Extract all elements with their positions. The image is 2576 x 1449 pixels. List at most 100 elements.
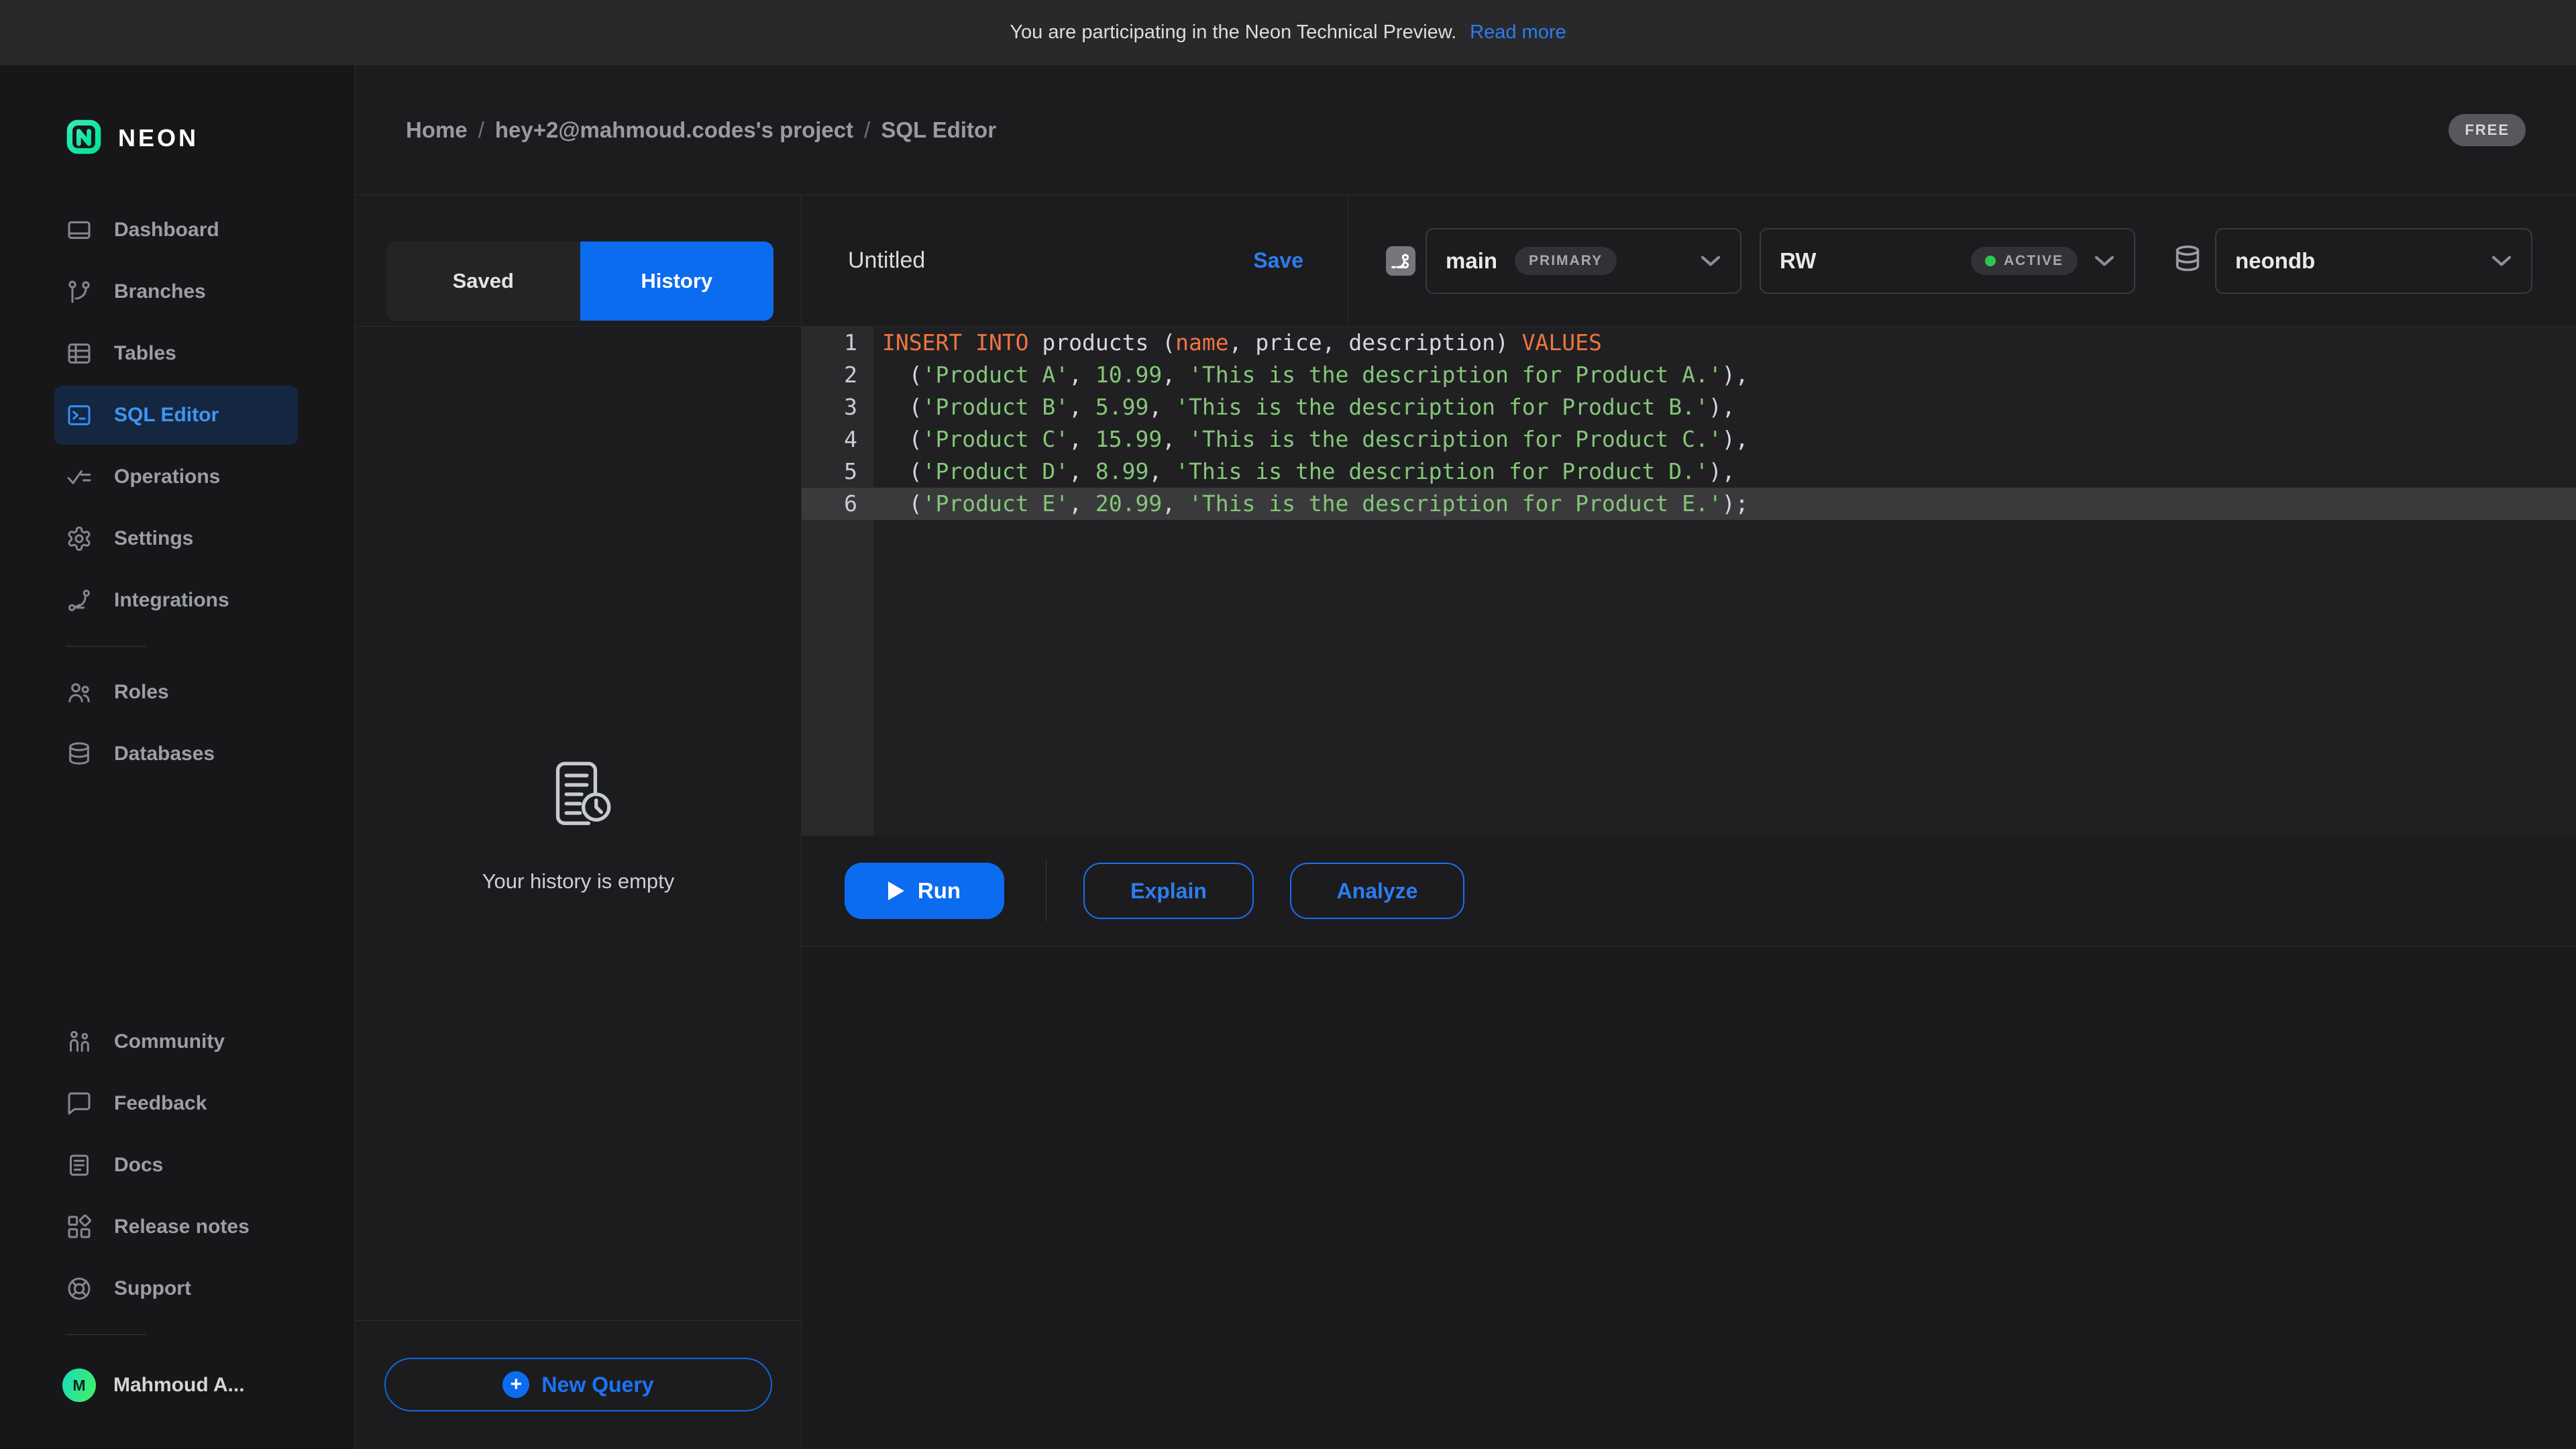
line-number: 4 xyxy=(802,423,873,455)
page-header: Home / hey+2@mahmoud.codes's project / S… xyxy=(356,65,2576,195)
sidebar-item-label: Docs xyxy=(114,1154,163,1177)
branch-select[interactable]: main PRIMARY xyxy=(1426,228,1741,294)
sidebar-item-label: Tables xyxy=(114,342,176,365)
branch-diagram-icon[interactable] xyxy=(1386,246,1415,276)
neon-logo-icon xyxy=(66,119,102,158)
run-button[interactable]: Run xyxy=(845,863,1004,919)
neon-console: You are participating in the Neon Techni… xyxy=(0,0,2576,1449)
tab-history[interactable]: History xyxy=(580,241,774,321)
tab-saved[interactable]: Saved xyxy=(386,241,580,321)
analyze-button[interactable]: Analyze xyxy=(1290,863,1464,919)
code-line-text: ('Product C', 15.99, 'This is the descri… xyxy=(873,423,1748,455)
sidebar-item-label: Settings xyxy=(114,527,193,550)
line-number: 3 xyxy=(802,391,873,423)
code-line[interactable]: 2 ('Product A', 10.99, 'This is the desc… xyxy=(802,359,2576,391)
code-line[interactable]: 6 ('Product E', 20.99, 'This is the desc… xyxy=(802,488,2576,520)
speech-bubble-icon xyxy=(66,1090,93,1117)
new-query-button[interactable]: + New Query xyxy=(384,1358,772,1411)
code-line-text: INSERT INTO products (name, price, descr… xyxy=(873,327,1602,359)
sidebar-item-community[interactable]: Community xyxy=(54,1012,298,1071)
sidebar-item-label: SQL Editor xyxy=(114,404,219,427)
sidebar-item-feedback[interactable]: Feedback xyxy=(54,1074,298,1133)
results-area xyxy=(802,946,2576,1449)
gear-icon xyxy=(66,525,93,552)
breadcrumb: Home / hey+2@mahmoud.codes's project / S… xyxy=(406,117,996,143)
run-label: Run xyxy=(918,878,961,904)
integrations-icon xyxy=(66,587,93,614)
sidebar-item-label: Databases xyxy=(114,743,215,765)
breadcrumb-separator: / xyxy=(478,117,484,143)
sidebar-item-dashboard[interactable]: Dashboard xyxy=(54,201,298,260)
avatar: M xyxy=(62,1368,96,1402)
history-empty-icon xyxy=(537,753,619,839)
sidebar-item-support[interactable]: Support xyxy=(54,1259,298,1318)
breadcrumb-home[interactable]: Home xyxy=(406,117,468,143)
sidebar-item-databases[interactable]: Databases xyxy=(54,724,298,784)
sidebar-item-tables[interactable]: Tables xyxy=(54,324,298,383)
sidebar-divider xyxy=(66,1334,146,1335)
sidebar-item-label: Branches xyxy=(114,280,206,303)
queries-panel: Saved History xyxy=(356,195,802,1449)
sidebar-item-branches[interactable]: Branches xyxy=(54,262,298,321)
history-empty-text: Your history is empty xyxy=(482,869,675,894)
database-select[interactable]: neondb xyxy=(2215,228,2532,294)
users-icon xyxy=(66,679,93,706)
active-status-dot xyxy=(1985,256,1996,266)
sidebar-footer: Community Feedback Docs Release notes Su… xyxy=(0,1011,355,1402)
neon-logo[interactable]: NEON xyxy=(0,115,355,162)
sidebar-item-integrations[interactable]: Integrations xyxy=(54,571,298,630)
branch-icon xyxy=(66,278,93,305)
code-editor[interactable]: 1INSERT INTO products (name, price, desc… xyxy=(802,327,2576,836)
explain-button[interactable]: Explain xyxy=(1083,863,1254,919)
history-empty-state: Your history is empty xyxy=(356,327,801,1320)
sidebar-item-settings[interactable]: Settings xyxy=(54,509,298,568)
sidebar-nav: Dashboard Branches Tables SQL Editor Ope… xyxy=(0,199,355,785)
sidebar-item-sql-editor[interactable]: SQL Editor xyxy=(54,386,298,445)
sidebar-item-release-notes[interactable]: Release notes xyxy=(54,1197,298,1256)
table-icon xyxy=(66,340,93,367)
sidebar-item-label: Roles xyxy=(114,681,169,704)
line-number: 5 xyxy=(802,455,873,488)
code-line[interactable]: 1INSERT INTO products (name, price, desc… xyxy=(802,327,2576,359)
primary-badge: PRIMARY xyxy=(1515,247,1617,275)
sidebar-item-label: Feedback xyxy=(114,1092,207,1115)
code-line-text: ('Product E', 20.99, 'This is the descri… xyxy=(873,488,1748,520)
database-cylinder-icon xyxy=(2172,244,2203,278)
plan-badge[interactable]: FREE xyxy=(2449,114,2526,146)
sidebar-item-docs[interactable]: Docs xyxy=(54,1136,298,1195)
database-select-value: neondb xyxy=(2235,248,2315,274)
user-menu[interactable]: M Mahmoud A... xyxy=(0,1368,355,1402)
sidebar-item-label: Release notes xyxy=(114,1216,250,1238)
line-number: 6 xyxy=(802,488,873,520)
editor-actions: Run Explain Analyze xyxy=(802,836,2576,946)
banner-text: You are participating in the Neon Techni… xyxy=(1010,21,1456,44)
chevron-down-icon xyxy=(2094,254,2115,268)
editor-header: Untitled Save main PRIMARY RW xyxy=(802,195,2576,327)
saved-history-toggle: Saved History xyxy=(386,241,773,321)
sidebar-item-operations[interactable]: Operations xyxy=(54,447,298,506)
sidebar-item-roles[interactable]: Roles xyxy=(54,663,298,722)
code-line[interactable]: 3 ('Product B', 5.99, 'This is the descr… xyxy=(802,391,2576,423)
queries-panel-header: Saved History xyxy=(356,195,801,327)
code-line[interactable]: 4 ('Product C', 15.99, 'This is the desc… xyxy=(802,423,2576,455)
code-line[interactable]: 5 ('Product D', 8.99, 'This is the descr… xyxy=(802,455,2576,488)
query-title[interactable]: Untitled xyxy=(848,248,925,274)
read-more-link[interactable]: Read more xyxy=(1470,21,1566,44)
active-badge: ACTIVE xyxy=(1971,247,2078,275)
line-number: 1 xyxy=(802,327,873,359)
queries-panel-footer: + New Query xyxy=(356,1320,801,1449)
sql-editor-pane: Untitled Save main PRIMARY RW xyxy=(802,195,2576,1449)
branch-select-value: main xyxy=(1446,248,1497,274)
plus-icon: + xyxy=(502,1371,529,1398)
code-line-text: ('Product B', 5.99, 'This is the descrip… xyxy=(873,391,1735,423)
breadcrumb-project[interactable]: hey+2@mahmoud.codes's project xyxy=(495,117,853,143)
dashboard-icon xyxy=(66,217,93,244)
compute-endpoint-select[interactable]: RW ACTIVE xyxy=(1760,228,2135,294)
new-query-label: New Query xyxy=(541,1373,653,1397)
code-line-text: ('Product A', 10.99, 'This is the descri… xyxy=(873,359,1748,391)
brand-name: NEON xyxy=(118,124,199,152)
code-lines: 1INSERT INTO products (name, price, desc… xyxy=(802,327,2576,520)
line-number: 2 xyxy=(802,359,873,391)
save-button[interactable]: Save xyxy=(1253,248,1303,273)
database-icon xyxy=(66,741,93,767)
